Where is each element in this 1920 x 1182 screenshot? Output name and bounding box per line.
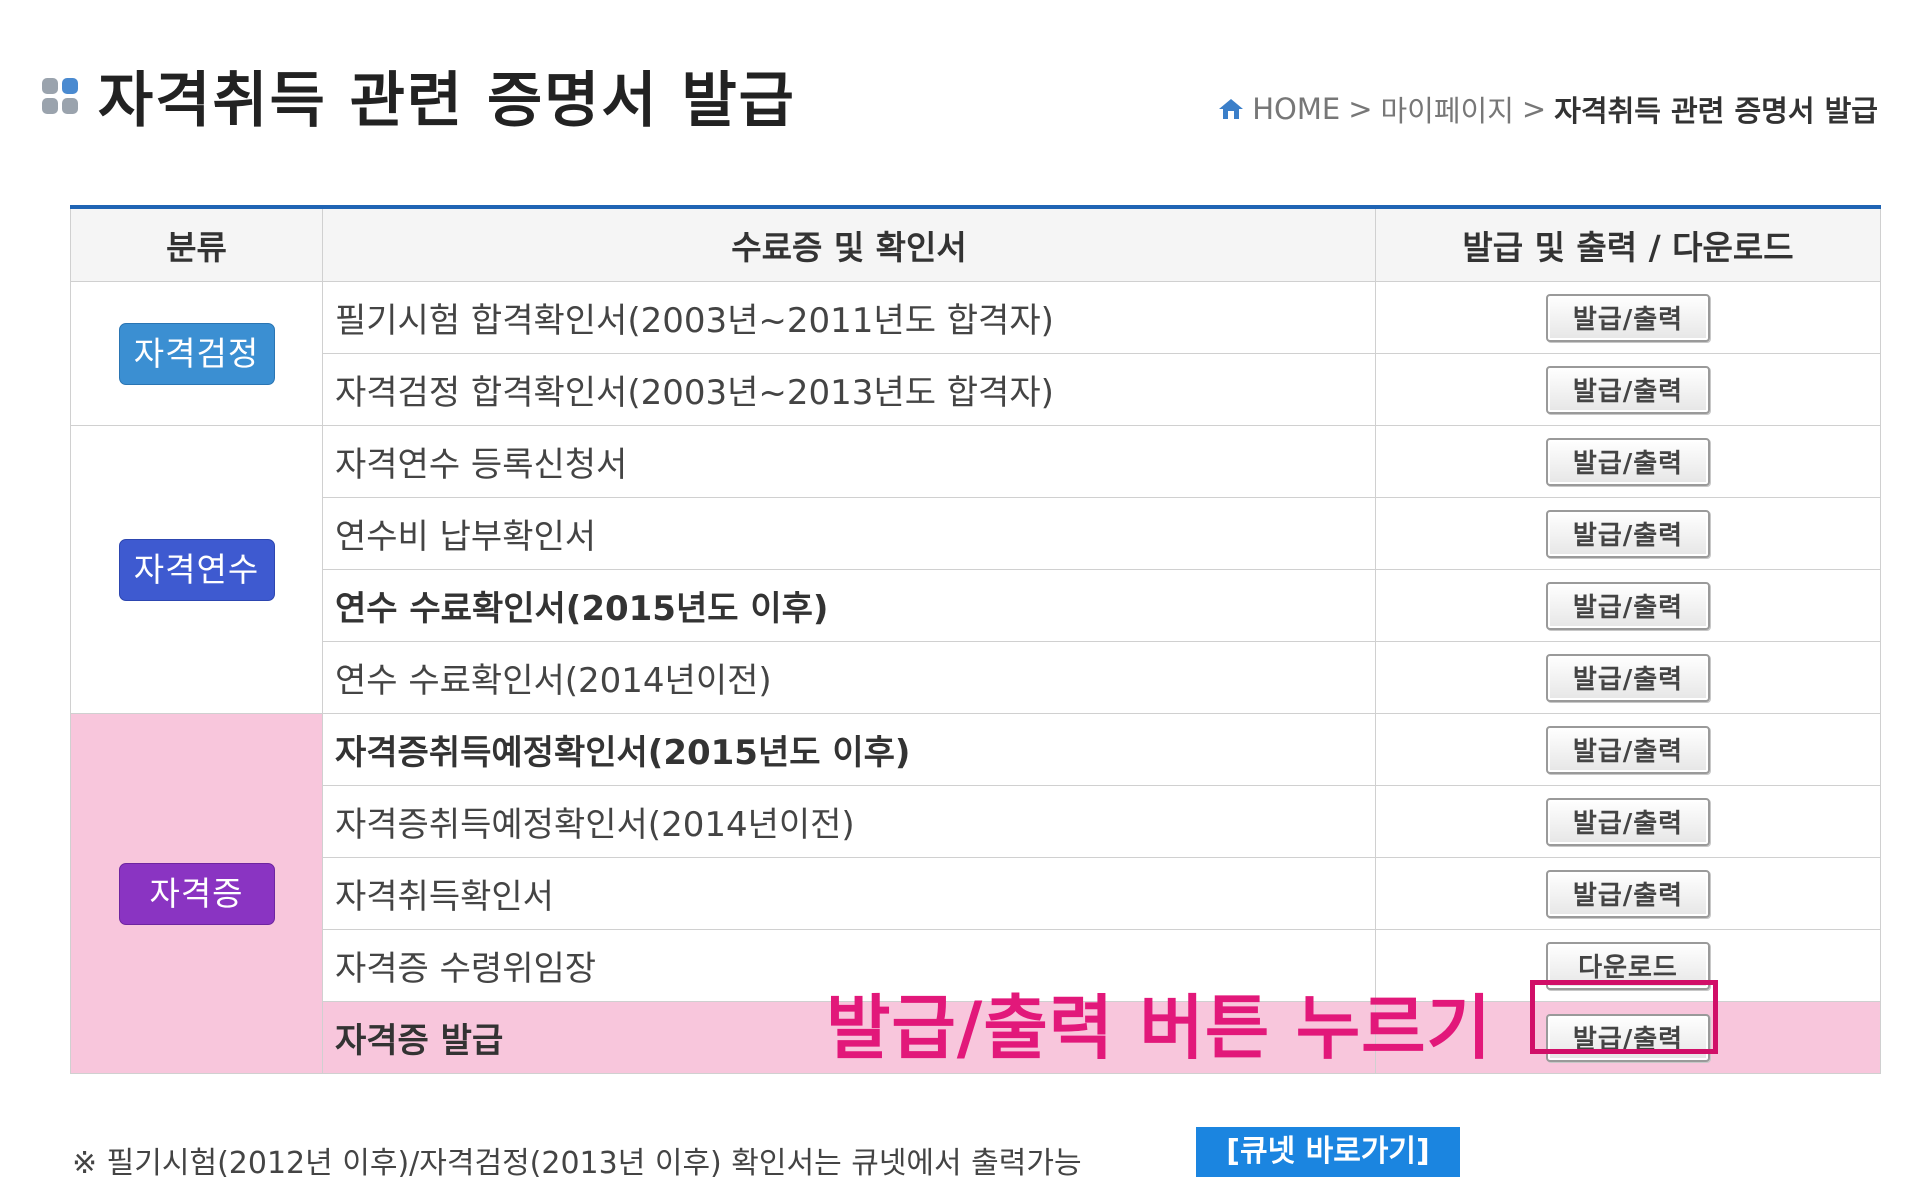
issue-print-button[interactable]: 발급/출력	[1546, 365, 1710, 414]
table-row: 자격증 자격증취득예정확인서(2015년도 이후) 발급/출력	[70, 713, 1881, 1074]
document-name: 자격연수 등록신청서	[322, 425, 1376, 498]
page: 자격취득 관련 증명서 발급 HOME > 마이페이지 > 자격취득 관련 증명…	[0, 0, 1920, 1181]
page-title: 자격취득 관련 증명서 발급	[98, 66, 796, 136]
document-name: 연수비 납부확인서	[322, 497, 1376, 570]
certificate-table: 분류 수료증 및 확인서 발급 및 출력 / 다운로드 자격검정 필기시험 합격…	[70, 205, 1881, 1074]
action-cell: 발급/출력	[1375, 857, 1881, 930]
action-cell: 발급/출력	[1375, 713, 1881, 786]
action-cell: 발급/출력	[1375, 785, 1881, 858]
table-row: 자격연수 자격연수 등록신청서 발급/출력	[70, 425, 1881, 714]
issue-print-button[interactable]: 발급/출력	[1546, 797, 1710, 846]
certificate-table-wrapper: 분류 수료증 및 확인서 발급 및 출력 / 다운로드 자격검정 필기시험 합격…	[70, 205, 1881, 1074]
header-category: 분류	[70, 206, 323, 282]
category-cell: 자격연수	[70, 425, 323, 714]
category-badge-certificate: 자격증	[118, 862, 275, 925]
category-badge-qualification-exam: 자격검정	[118, 322, 275, 385]
table-row: 자격증취득예정확인서(2014년이전) 발급/출력	[71, 785, 1881, 858]
document-name: 자격증취득예정확인서(2015년도 이후)	[322, 713, 1376, 786]
issue-print-button[interactable]: 발급/출력	[1546, 437, 1710, 486]
breadcrumb-mypage[interactable]: 마이페이지	[1381, 88, 1514, 130]
breadcrumb-separator: >	[1521, 92, 1547, 126]
table-row: 자격검정 필기시험 합격확인서(2003년~2011년도 합격자) 발급/출력	[70, 281, 1881, 426]
qnet-note: ※ 필기시험(2012년 이후)/자격검정(2013년 이후) 확인서는 큐넷에…	[72, 1146, 1082, 1181]
home-icon[interactable]	[1218, 97, 1244, 121]
breadcrumb-current: 자격취득 관련 증명서 발급	[1554, 94, 1878, 128]
qnet-shortcut-button[interactable]: [큐넷 바로가기]	[1196, 1127, 1460, 1177]
table-row: 연수비 납부확인서 발급/출력	[71, 497, 1881, 570]
table-row: 자격취득확인서 발급/출력	[71, 857, 1881, 930]
document-name: 필기시험 합격확인서(2003년~2011년도 합격자)	[322, 281, 1376, 354]
table-header-row: 분류 수료증 및 확인서 발급 및 출력 / 다운로드	[70, 206, 1881, 282]
issue-print-button[interactable]: 발급/출력	[1546, 293, 1710, 342]
breadcrumb-home[interactable]: HOME	[1252, 92, 1340, 126]
table-row: 자격검정 합격확인서(2003년~2013년도 합격자) 발급/출력	[71, 353, 1881, 426]
breadcrumb: HOME > 마이페이지 > 자격취득 관련 증명서 발급	[1218, 88, 1878, 130]
annotation-highlight-box	[1530, 980, 1718, 1054]
header-document: 수료증 및 확인서	[322, 206, 1376, 282]
category-cell: 자격증	[70, 713, 323, 1074]
grid-squares-icon	[42, 77, 78, 114]
document-name: 연수 수료확인서(2015년도 이후)	[322, 569, 1376, 642]
action-cell: 발급/출력	[1375, 353, 1881, 426]
issue-print-button[interactable]: 발급/출력	[1546, 725, 1710, 774]
issue-print-button[interactable]: 발급/출력	[1546, 581, 1710, 630]
table-row: 연수 수료확인서(2015년도 이후) 발급/출력	[71, 569, 1881, 642]
action-cell: 발급/출력	[1375, 497, 1881, 570]
issue-print-button[interactable]: 발급/출력	[1546, 509, 1710, 558]
document-name: 연수 수료확인서(2014년이전)	[322, 641, 1376, 714]
action-cell: 발급/출력	[1375, 425, 1881, 498]
document-name: 자격취득확인서	[322, 857, 1376, 930]
category-cell: 자격검정	[70, 281, 323, 426]
action-cell: 발급/출력	[1375, 569, 1881, 642]
document-name: 자격검정 합격확인서(2003년~2013년도 합격자)	[322, 353, 1376, 426]
document-name: 자격증취득예정확인서(2014년이전)	[322, 785, 1376, 858]
annotation-instruction: 발급/출력 버튼 누르기	[826, 987, 1492, 1069]
action-cell: 발급/출력	[1375, 641, 1881, 714]
table-row: 연수 수료확인서(2014년이전) 발급/출력	[71, 641, 1881, 714]
action-cell: 발급/출력	[1375, 281, 1881, 354]
header-action: 발급 및 출력 / 다운로드	[1375, 206, 1881, 282]
issue-print-button[interactable]: 발급/출력	[1546, 869, 1710, 918]
breadcrumb-separator: >	[1348, 92, 1373, 126]
category-badge-qualification-training: 자격연수	[118, 538, 275, 601]
issue-print-button[interactable]: 발급/출력	[1546, 653, 1710, 702]
page-header: 자격취득 관련 증명서 발급	[42, 52, 796, 139]
